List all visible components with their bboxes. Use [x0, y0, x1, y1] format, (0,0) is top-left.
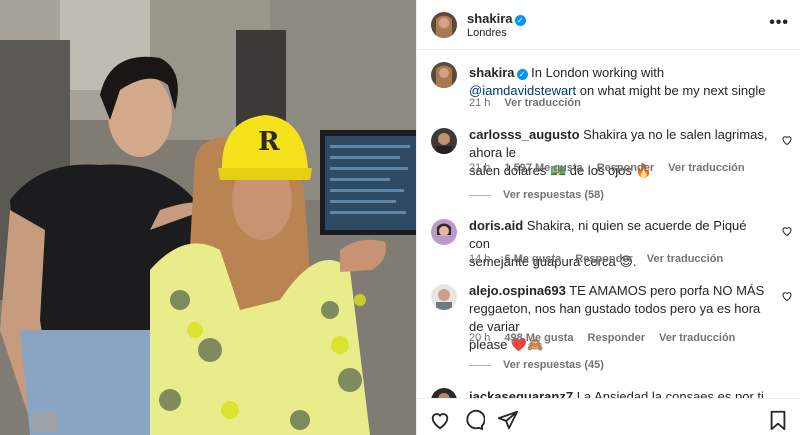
comment-likes-count[interactable]: 498 Me gusta	[504, 332, 573, 344]
like-heart-icon[interactable]	[781, 134, 793, 146]
reply-button[interactable]: Responder	[575, 253, 632, 265]
view-replies-label: Ver respuestas (45)	[503, 359, 604, 371]
reply-button[interactable]: Responder	[588, 332, 645, 344]
caption-mention-link[interactable]: @iamdavidstewart	[469, 83, 576, 98]
comment-time: 20 h	[469, 332, 491, 344]
comment-item: jackasequaranz7 La Ansiedad la consaes e…	[417, 388, 800, 398]
svg-text:R: R	[258, 127, 280, 157]
like-heart-icon[interactable]	[781, 290, 793, 302]
post-photo[interactable]: R	[0, 0, 416, 435]
comment-username[interactable]: doris.aid	[469, 218, 523, 233]
caption-translate-button[interactable]: Ver traducción	[504, 97, 580, 109]
author-avatar[interactable]	[431, 12, 457, 38]
comment-meta: 20 h 498 Me gusta Responder Ver traducción	[469, 332, 749, 344]
like-heart-icon[interactable]	[781, 225, 793, 237]
caption-text: shakira ✓ In London working with @iamdavi…	[469, 64, 769, 100]
comment-username[interactable]: alejo.ospina693	[469, 283, 566, 298]
caption-text-part: on what might be my next single	[576, 83, 766, 98]
view-replies-button[interactable]: Ver respuestas (45)	[469, 359, 604, 371]
comment-body: TE AMAMOS pero porfa NO MÁS	[569, 283, 765, 298]
comment-meta: 14 h 6 Me gusta Responder Ver traducción	[469, 253, 737, 265]
commenter-avatar[interactable]	[431, 284, 457, 310]
post-action-bar	[417, 398, 800, 435]
commenter-avatar[interactable]	[431, 388, 457, 398]
view-replies-label: Ver respuestas (58)	[503, 189, 604, 201]
comment-time: 14 h	[469, 253, 491, 265]
caption-meta: 21 h Ver traducción	[469, 97, 595, 109]
post-side-panel: shakira ✓ Londres ••• shakira ✓ In London …	[416, 0, 800, 435]
comment-meta: 21 h 1,597 Me gusta Responder Ver traducció…	[469, 162, 759, 174]
comment-likes-count[interactable]: 6 Me gusta	[504, 253, 561, 265]
post-header: shakira ✓ Londres •••	[417, 0, 800, 50]
commenter-avatar[interactable]	[431, 219, 457, 245]
comment-username[interactable]: carlosss_augusto	[469, 127, 580, 142]
author-line: shakira ✓	[467, 11, 526, 26]
post-location[interactable]: Londres	[467, 27, 507, 39]
comment-username[interactable]: jackasequaranz7	[469, 389, 573, 398]
divider-line	[469, 194, 491, 196]
comment-time: 21 h	[469, 162, 491, 174]
verified-badge-icon: ✓	[516, 69, 528, 80]
studio-photo-illustration: R	[0, 0, 416, 435]
instagram-post-view: R shakira ✓ Londres ••• shakira ✓ In Londo…	[0, 0, 800, 435]
comment-likes-count[interactable]: 1,597 Me gusta	[504, 162, 582, 174]
more-options-icon[interactable]: •••	[769, 14, 789, 32]
comment-bubble-icon[interactable]	[463, 409, 485, 431]
caption-time: 21 h	[469, 97, 491, 109]
comment-body: reggaeton, nos han gustado todos pero ya…	[469, 301, 761, 334]
translate-button[interactable]: Ver traducción	[659, 332, 735, 344]
caption-username[interactable]: shakira	[469, 65, 515, 80]
translate-button[interactable]: Ver traducción	[647, 253, 723, 265]
commenter-avatar[interactable]	[431, 128, 457, 154]
caption-author-avatar[interactable]	[431, 62, 457, 88]
translate-button[interactable]: Ver traducción	[668, 162, 744, 174]
caption-text-part: In London working with	[531, 65, 665, 80]
post-caption: shakira ✓ In London working with @iamdavi…	[417, 62, 800, 112]
view-replies-button[interactable]: Ver respuestas (58)	[469, 189, 604, 201]
like-heart-icon[interactable]	[429, 409, 451, 431]
comment-text: jackasequaranz7 La Ansiedad la consaes e…	[469, 388, 769, 398]
reply-button[interactable]: Responder	[597, 162, 654, 174]
bookmark-save-icon[interactable]	[767, 409, 789, 431]
share-send-icon[interactable]	[497, 409, 519, 431]
verified-badge-icon: ✓	[514, 15, 526, 26]
divider-line	[469, 364, 491, 366]
author-username[interactable]: shakira	[467, 11, 513, 26]
